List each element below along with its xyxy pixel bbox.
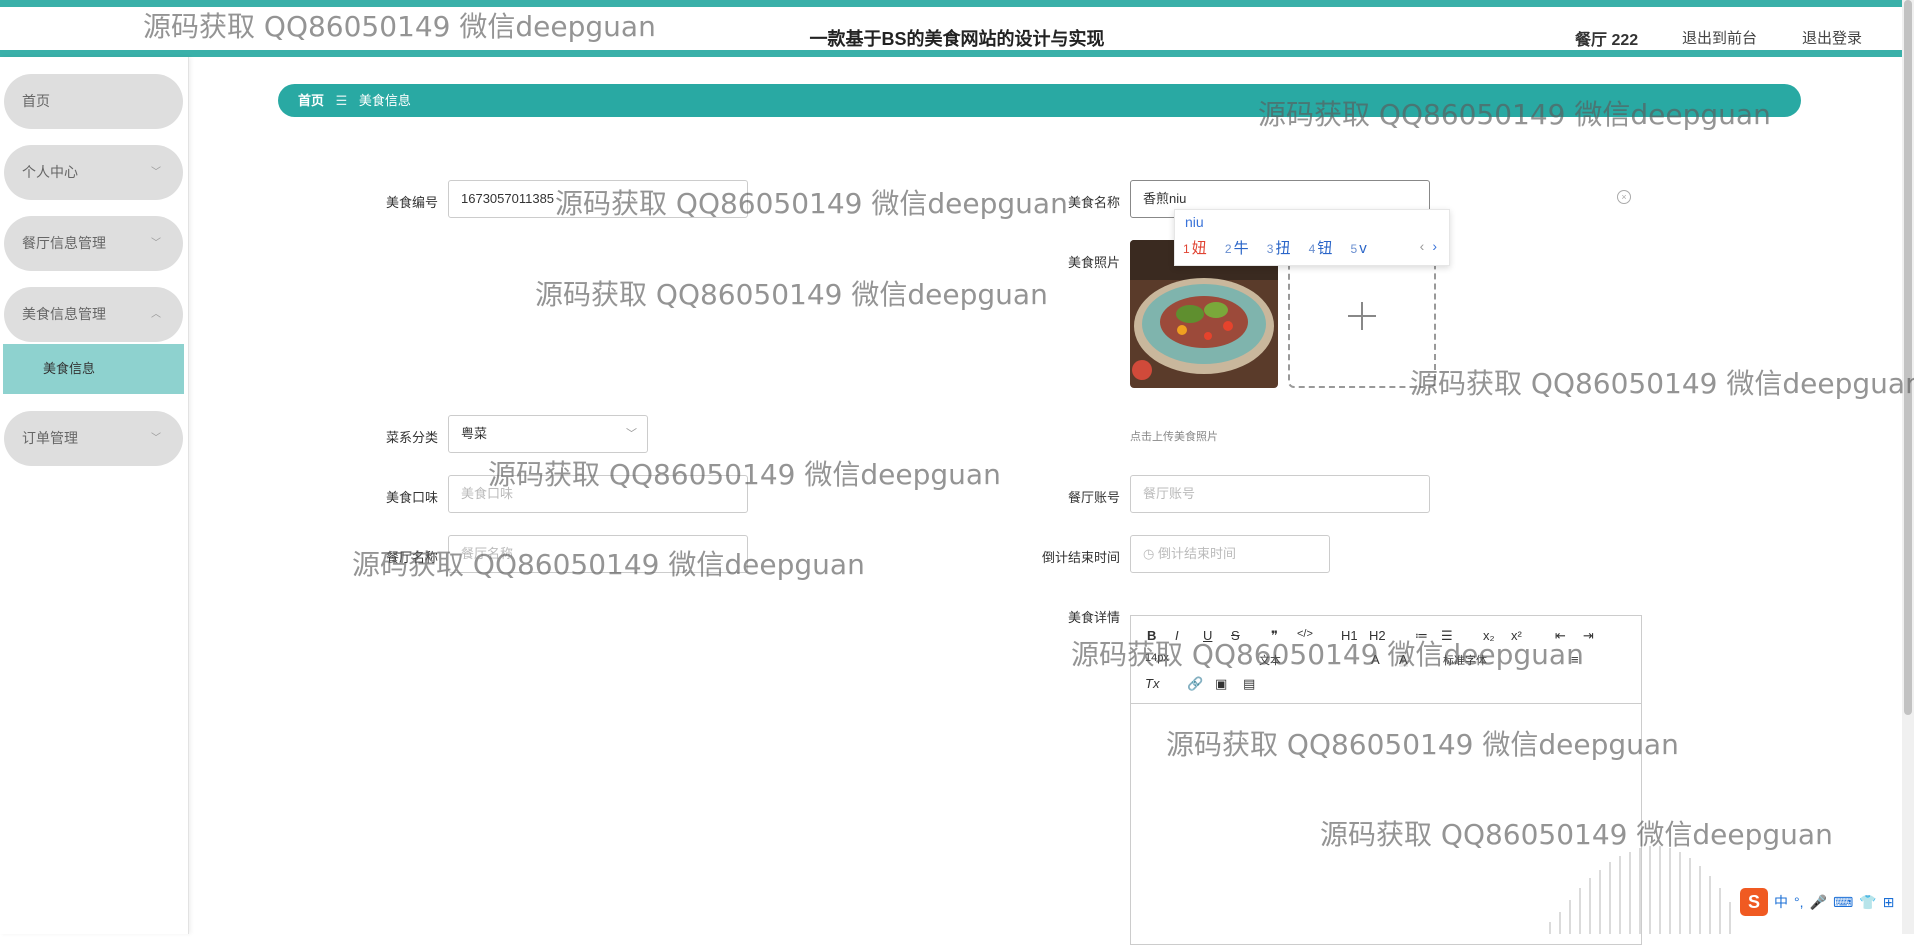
breadcrumb-home[interactable]: 首页: [298, 93, 324, 108]
chevron-down-icon: ﹀: [151, 433, 161, 444]
toolbox-icon[interactable]: ⊞: [1883, 894, 1895, 911]
sidebar-item-order-management[interactable]: 订单管理 ﹀: [4, 411, 183, 466]
punctuation-icon[interactable]: °,: [1794, 894, 1804, 910]
logout-link[interactable]: 退出登录: [1802, 27, 1862, 48]
ime-page-nav: ‹ ›: [1420, 238, 1437, 254]
strike-button[interactable]: S: [1231, 628, 1240, 643]
current-user: 餐厅 222: [1575, 32, 1639, 49]
page-scrollbar[interactable]: [1902, 0, 1914, 934]
ime-candidate[interactable]: 3扭: [1267, 237, 1291, 258]
sidebar-item-label: 个人中心: [22, 164, 78, 180]
code-button[interactable]: </>: [1297, 628, 1313, 640]
superscript-button[interactable]: x²: [1511, 628, 1522, 643]
countdown-label: 倒计结束时间: [1041, 550, 1120, 565]
header-accent-bottom: [0, 50, 1914, 57]
italic-button[interactable]: I: [1175, 628, 1179, 643]
ime-composition: niu: [1185, 214, 1204, 230]
ime-candidate[interactable]: 1妞: [1183, 237, 1207, 258]
sidebar-item-personal-center[interactable]: 个人中心 ﹀: [4, 145, 183, 200]
underline-button[interactable]: U: [1203, 628, 1212, 643]
countdown-placeholder: 倒计结束时间: [1157, 546, 1236, 561]
chevron-down-icon: ﹀: [151, 167, 161, 178]
food-name-label: 美食名称: [1067, 195, 1120, 210]
clear-icon[interactable]: ×: [1617, 190, 1631, 204]
breadcrumb: 首页 ☰ 美食信息: [278, 84, 1801, 117]
food-no-input[interactable]: 1673057011385: [448, 180, 748, 218]
font-family-select[interactable]: 标准字体: [1443, 652, 1487, 668]
background-color-button[interactable]: A: [1399, 652, 1408, 667]
bullet-list-button[interactable]: ☰: [1441, 628, 1453, 644]
bold-button[interactable]: B: [1147, 628, 1156, 643]
microphone-icon[interactable]: 🎤: [1810, 894, 1827, 911]
chevron-down-icon: ﹀: [626, 428, 637, 440]
ime-candidate[interactable]: 5v: [1351, 240, 1367, 257]
cuisine-select[interactable]: 粤菜 ﹀: [448, 415, 648, 453]
cuisine-label: 菜系分类: [385, 430, 438, 445]
ordered-list-button[interactable]: ≔: [1415, 628, 1428, 644]
subscript-button[interactable]: x₂: [1483, 628, 1495, 643]
clean-format-button[interactable]: Tx: [1145, 676, 1159, 691]
account-input[interactable]: 餐厅账号: [1130, 475, 1430, 513]
header-select[interactable]: 文本: [1259, 652, 1281, 668]
font-color-button[interactable]: A: [1371, 652, 1380, 667]
skin-icon[interactable]: 👕: [1859, 894, 1876, 911]
link-icon[interactable]: 🔗: [1187, 676, 1203, 692]
sidebar-item-label: 订单管理: [22, 430, 78, 446]
restaurant-name-label: 餐厅名称: [385, 550, 438, 565]
h2-button[interactable]: H2: [1369, 628, 1386, 643]
h1-button[interactable]: H1: [1341, 628, 1358, 643]
sidebar-item-home[interactable]: 首页: [4, 74, 183, 129]
sidebar-item-label: 餐厅信息管理: [22, 235, 106, 251]
sidebar-item-label: 美食信息管理: [22, 306, 106, 322]
countdown-input[interactable]: ◷ 倒计结束时间: [1130, 535, 1330, 573]
sidebar: 首页 个人中心 ﹀ 餐厅信息管理 ﹀ 美食信息管理 ︿ 美食信息 订单管理 ﹀: [0, 57, 189, 934]
ime-candidate[interactable]: 2牛: [1225, 237, 1249, 258]
photo-label: 美食照片: [1067, 255, 1120, 270]
detail-label: 美食详情: [1067, 610, 1120, 625]
indent-button[interactable]: ⇥: [1583, 628, 1594, 644]
keyboard-icon[interactable]: ⌨: [1833, 894, 1853, 911]
chevron-up-icon: ︿: [151, 309, 161, 320]
sidebar-item-food-management[interactable]: 美食信息管理 ︿: [4, 287, 183, 342]
sidebar-item-label: 首页: [22, 93, 50, 109]
ime-mode-icon[interactable]: 中: [1774, 892, 1788, 912]
scrollbar-thumb[interactable]: [1904, 0, 1912, 715]
font-size-select[interactable]: 14px: [1145, 652, 1169, 664]
decorative-lines: [1549, 846, 1731, 934]
restaurant-name-input[interactable]: 餐厅名称: [448, 535, 748, 573]
image-icon[interactable]: ▣: [1215, 676, 1227, 692]
outdent-button[interactable]: ⇤: [1555, 628, 1566, 644]
align-button[interactable]: ≡: [1571, 652, 1579, 667]
cuisine-select-value: 粤菜: [461, 426, 488, 441]
breadcrumb-current: 美食信息: [358, 93, 411, 108]
ime-candidate-list: 1妞 2牛 3扭 4钮 5v: [1183, 237, 1381, 258]
clock-icon: ◷: [1143, 546, 1158, 561]
header-accent-top: [0, 0, 1914, 7]
video-icon[interactable]: ▤: [1243, 676, 1255, 692]
ime-next-icon[interactable]: ›: [1432, 238, 1437, 254]
ime-prev-icon[interactable]: ‹: [1420, 238, 1425, 254]
chevron-down-icon: ﹀: [151, 238, 161, 249]
blockquote-button[interactable]: ❞: [1271, 628, 1278, 644]
sogou-logo-icon[interactable]: S: [1740, 888, 1768, 916]
taste-label: 美食口味: [385, 490, 438, 505]
watermark: 源码获取 QQ86050149 微信deepguan: [1410, 367, 1914, 400]
ime-candidate[interactable]: 4钮: [1309, 237, 1333, 258]
upload-tip: 点击上传美食照片: [1130, 431, 1218, 443]
taste-input[interactable]: 美食口味: [448, 475, 748, 513]
ime-candidate-popup: niu 1妞 2牛 3扭 4钮 5v ‹ ›: [1174, 209, 1450, 266]
watermark: 源码获取 QQ86050149 微信deepguan: [535, 278, 1048, 311]
ime-status-bar: S 中 °, 🎤 ⌨ 👕 ⊞: [1740, 888, 1894, 916]
editor-toolbar: B I U S ❞ </> H1 H2 ≔ ☰ x₂ x² ⇤ ⇥ 14px 文…: [1131, 616, 1641, 704]
breadcrumb-separator-icon: ☰: [335, 93, 348, 108]
sidebar-subitem-food-info[interactable]: 美食信息: [3, 344, 184, 394]
sidebar-item-restaurant-management[interactable]: 餐厅信息管理 ﹀: [4, 216, 183, 271]
account-label: 餐厅账号: [1067, 490, 1120, 505]
exit-to-front-link[interactable]: 退出到前台: [1682, 27, 1757, 48]
food-no-label: 美食编号: [385, 195, 438, 210]
